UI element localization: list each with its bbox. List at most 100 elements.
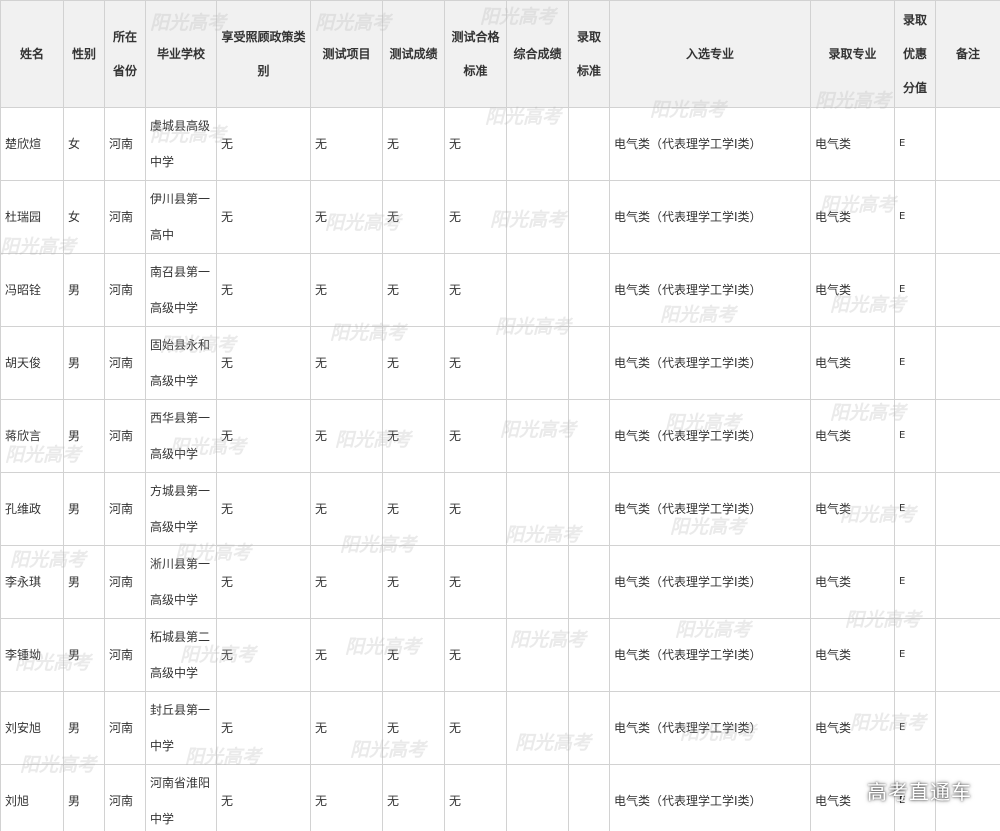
cell-school: 伊川县第一高中: [145, 180, 217, 254]
cell-admit-standard: [568, 618, 610, 692]
cell-test-standard: 无: [444, 472, 507, 546]
cell-test-item: 无: [310, 180, 383, 254]
cell-composite: [506, 618, 569, 692]
cell-bonus: E: [894, 399, 936, 473]
cell-admitted-major: 电气类: [810, 545, 895, 619]
cell-test-item: 无: [310, 691, 383, 765]
table-row: 李永琪 男 河南 淅川县第一高级中学 无 无 无 无 电气类（代表理学工学I类）…: [0, 545, 1000, 619]
cell-province: 河南: [104, 691, 146, 765]
header-province: 所在省份: [104, 0, 146, 108]
cell-selected-major: 电气类（代表理学工学I类）: [609, 691, 811, 765]
cell-selected-major: 电气类（代表理学工学I类）: [609, 253, 811, 327]
cell-note: [935, 472, 1000, 546]
table-row: 刘旭 男 河南 河南省淮阳中学 无 无 无 无 电气类（代表理学工学I类） 电气…: [0, 764, 1000, 831]
cell-composite: [506, 399, 569, 473]
cell-composite: [506, 545, 569, 619]
table-row: 冯昭铨 男 河南 南召县第一高级中学 无 无 无 无 电气类（代表理学工学I类）…: [0, 253, 1000, 327]
cell-gender: 男: [63, 472, 105, 546]
cell-composite: [506, 691, 569, 765]
table-row: 杜瑞园 女 河南 伊川县第一高中 无 无 无 无 电气类（代表理学工学I类） 电…: [0, 180, 1000, 254]
cell-test-standard: 无: [444, 399, 507, 473]
cell-bonus: E: [894, 253, 936, 327]
cell-province: 河南: [104, 545, 146, 619]
cell-admit-standard: [568, 472, 610, 546]
cell-admitted-major: 电气类: [810, 107, 895, 181]
cell-admit-standard: [568, 691, 610, 765]
cell-admitted-major: 电气类: [810, 691, 895, 765]
cell-test-item: 无: [310, 472, 383, 546]
cell-test-standard: 无: [444, 691, 507, 765]
header-note: 备注: [935, 0, 1000, 108]
cell-note: [935, 107, 1000, 181]
cell-province: 河南: [104, 618, 146, 692]
cell-gender: 男: [63, 399, 105, 473]
cell-test-item: 无: [310, 107, 383, 181]
cell-name: 李锺坳: [0, 618, 64, 692]
cell-bonus: E: [894, 107, 936, 181]
cell-school: 柘城县第二高级中学: [145, 618, 217, 692]
cell-policy: 无: [216, 764, 311, 831]
cell-policy: 无: [216, 545, 311, 619]
table-row: 孔维政 男 河南 方城县第一高级中学 无 无 无 无 电气类（代表理学工学I类）…: [0, 472, 1000, 546]
table-header-row: 姓名 性别 所在省份 毕业学校 享受照顾政策类别 测试项目 测试成绩 测试合格标…: [0, 0, 1000, 108]
cell-policy: 无: [216, 326, 311, 400]
cell-school: 封丘县第一中学: [145, 691, 217, 765]
cell-test-score: 无: [382, 545, 445, 619]
table-row: 胡天俊 男 河南 固始县永和高级中学 无 无 无 无 电气类（代表理学工学I类）…: [0, 326, 1000, 400]
cell-test-score: 无: [382, 472, 445, 546]
cell-school: 南召县第一高级中学: [145, 253, 217, 327]
cell-school: 虞城县高级中学: [145, 107, 217, 181]
header-test-standard: 测试合格标准: [444, 0, 507, 108]
cell-school: 固始县永和高级中学: [145, 326, 217, 400]
cell-admit-standard: [568, 326, 610, 400]
cell-admitted-major: 电气类: [810, 253, 895, 327]
cell-gender: 女: [63, 180, 105, 254]
cell-composite: [506, 326, 569, 400]
cell-test-standard: 无: [444, 326, 507, 400]
cell-school: 河南省淮阳中学: [145, 764, 217, 831]
cell-name: 胡天俊: [0, 326, 64, 400]
header-policy: 享受照顾政策类别: [216, 0, 311, 108]
cell-admit-standard: [568, 545, 610, 619]
table-row: 蒋欣言 男 河南 西华县第一高级中学 无 无 无 无 电气类（代表理学工学I类）…: [0, 399, 1000, 473]
cell-composite: [506, 253, 569, 327]
cell-province: 河南: [104, 399, 146, 473]
cell-test-standard: 无: [444, 253, 507, 327]
cell-school: 淅川县第一高级中学: [145, 545, 217, 619]
cell-note: [935, 180, 1000, 254]
cell-policy: 无: [216, 180, 311, 254]
header-admitted-major: 录取专业: [810, 0, 895, 108]
cell-test-standard: 无: [444, 180, 507, 254]
cell-note: [935, 618, 1000, 692]
cell-test-score: 无: [382, 618, 445, 692]
cell-composite: [506, 764, 569, 831]
cell-policy: 无: [216, 399, 311, 473]
brand-watermark: 高考直通车: [867, 780, 972, 804]
cell-policy: 无: [216, 691, 311, 765]
cell-gender: 男: [63, 326, 105, 400]
cell-province: 河南: [104, 180, 146, 254]
cell-bonus: E: [894, 691, 936, 765]
header-admit-standard: 录取标准: [568, 0, 610, 108]
cell-gender: 男: [63, 618, 105, 692]
cell-province: 河南: [104, 764, 146, 831]
cell-composite: [506, 107, 569, 181]
cell-test-score: 无: [382, 399, 445, 473]
header-composite: 综合成绩: [506, 0, 569, 108]
cell-test-score: 无: [382, 253, 445, 327]
cell-admitted-major: 电气类: [810, 618, 895, 692]
cell-policy: 无: [216, 253, 311, 327]
cell-school: 西华县第一高级中学: [145, 399, 217, 473]
cell-test-standard: 无: [444, 618, 507, 692]
cell-bonus: E: [894, 180, 936, 254]
cell-gender: 女: [63, 107, 105, 181]
cell-admitted-major: 电气类: [810, 326, 895, 400]
cell-policy: 无: [216, 107, 311, 181]
cell-name: 杜瑞园: [0, 180, 64, 254]
cell-note: [935, 399, 1000, 473]
cell-province: 河南: [104, 253, 146, 327]
cell-gender: 男: [63, 545, 105, 619]
cell-name: 李永琪: [0, 545, 64, 619]
cell-admit-standard: [568, 107, 610, 181]
header-test-item: 测试项目: [310, 0, 383, 108]
